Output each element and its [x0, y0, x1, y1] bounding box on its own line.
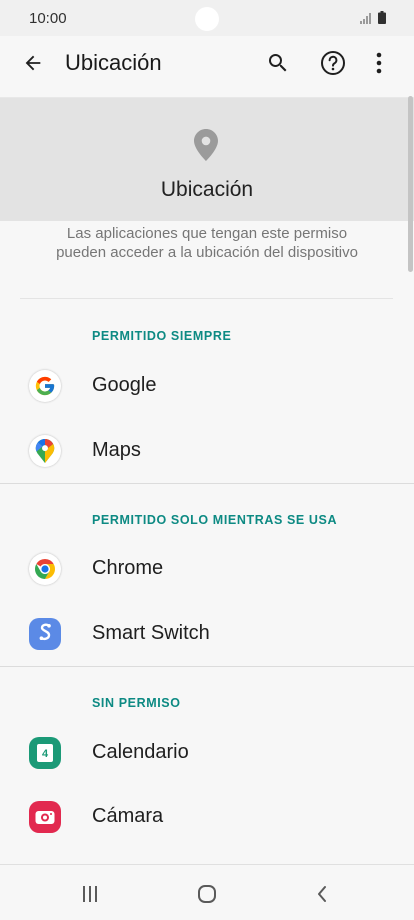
app-row-smart-switch[interactable]: Smart Switch	[0, 602, 414, 666]
arrow-back-icon	[25, 55, 41, 71]
permission-description: Las aplicaciones que tengan este permiso…	[56, 225, 358, 261]
calendar-badge: 4	[41, 748, 49, 760]
app-row-chrome[interactable]: Chrome	[0, 537, 414, 601]
more-options-button[interactable]	[364, 48, 394, 78]
app-bar: Ubicación	[0, 36, 414, 92]
app-row-maps[interactable]: Maps	[0, 419, 414, 483]
permission-header: Ubicación	[0, 97, 414, 221]
section-header-allowed-while-in-use: PERMITIDO SOLO MIENTRAS SE USA	[92, 513, 338, 527]
home-button[interactable]	[192, 881, 222, 907]
app-label: Maps	[92, 439, 141, 461]
app-row-calendario[interactable]: 4 Calendario	[0, 721, 414, 785]
recent-apps-button[interactable]	[75, 881, 105, 907]
help-icon	[321, 51, 345, 75]
help-button[interactable]	[318, 48, 348, 78]
google-icon	[29, 370, 61, 402]
chrome-icon	[29, 553, 61, 585]
recents-icon	[83, 886, 97, 902]
section-header-allowed-always: PERMITIDO SIEMPRE	[92, 329, 232, 343]
more-vert-icon	[376, 52, 382, 74]
header-title: Ubicación	[160, 178, 254, 201]
back-button[interactable]	[18, 48, 48, 78]
back-nav-button[interactable]	[307, 881, 337, 907]
status-time: 10:00	[29, 10, 67, 27]
divider	[20, 298, 393, 299]
page-title: Ubicación	[65, 50, 162, 75]
scrollbar[interactable]	[408, 96, 413, 272]
app-row-camara[interactable]: Cámara	[0, 785, 414, 849]
chevron-left-icon	[318, 886, 326, 902]
calendar-icon: 4	[29, 737, 61, 769]
smart-switch-icon	[29, 618, 61, 650]
app-label: Cámara	[92, 805, 164, 827]
status-bar: 10:00	[0, 0, 414, 36]
section-header-not-allowed: SIN PERMISO	[92, 696, 181, 710]
app-label: Google	[92, 374, 157, 396]
status-icons	[360, 11, 386, 24]
camera-cutout	[195, 7, 219, 31]
app-label: Chrome	[92, 557, 164, 579]
section-divider	[0, 666, 414, 667]
location-pin-icon	[194, 129, 218, 161]
battery-icon	[378, 11, 386, 24]
app-row-google[interactable]: Google	[0, 354, 414, 418]
home-icon	[198, 885, 216, 903]
app-label: Smart Switch	[92, 622, 210, 644]
search-button[interactable]	[263, 48, 293, 78]
maps-icon	[29, 435, 61, 467]
calendar-page: 4	[37, 744, 53, 762]
signal-icon	[360, 13, 371, 24]
camera-icon	[29, 801, 61, 833]
section-divider	[0, 483, 414, 484]
app-label: Calendario	[92, 741, 189, 763]
navigation-bar	[0, 865, 414, 920]
search-icon	[269, 54, 287, 72]
